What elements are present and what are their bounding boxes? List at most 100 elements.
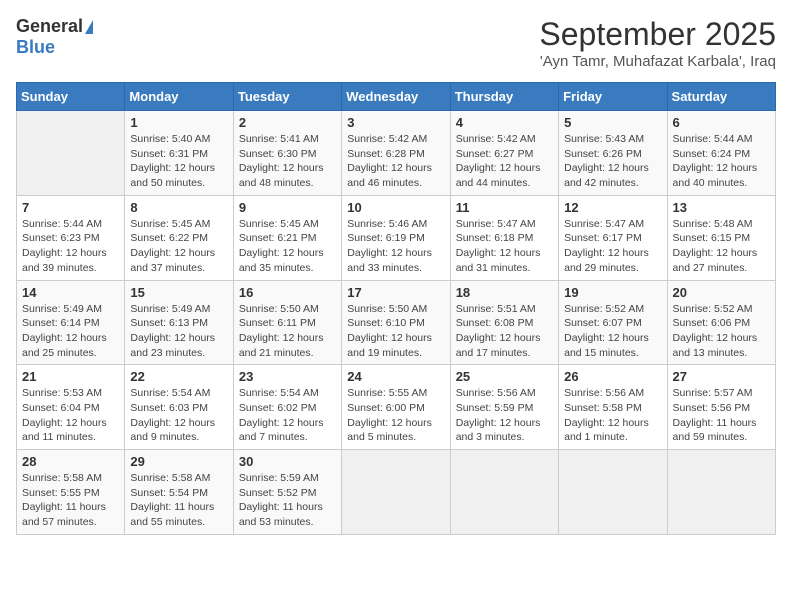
day-info: Sunrise: 5:55 AMSunset: 6:00 PMDaylight:… bbox=[347, 386, 444, 445]
day-info: Sunrise: 5:58 AMSunset: 5:54 PMDaylight:… bbox=[130, 471, 227, 530]
day-number: 17 bbox=[347, 285, 444, 300]
day-number: 24 bbox=[347, 369, 444, 384]
day-number: 28 bbox=[22, 454, 119, 469]
day-info: Sunrise: 5:53 AMSunset: 6:04 PMDaylight:… bbox=[22, 386, 119, 445]
day-info: Sunrise: 5:56 AMSunset: 5:58 PMDaylight:… bbox=[564, 386, 661, 445]
day-info: Sunrise: 5:57 AMSunset: 5:56 PMDaylight:… bbox=[673, 386, 770, 445]
weekday-header: Monday bbox=[125, 83, 233, 111]
calendar-day-cell: 20 Sunrise: 5:52 AMSunset: 6:06 PMDaylig… bbox=[667, 280, 775, 365]
logo-general-text: General bbox=[16, 16, 83, 37]
day-info: Sunrise: 5:52 AMSunset: 6:06 PMDaylight:… bbox=[673, 302, 770, 361]
logo: General Blue bbox=[16, 16, 93, 58]
calendar-day-cell: 25 Sunrise: 5:56 AMSunset: 5:59 PMDaylig… bbox=[450, 365, 558, 450]
weekday-header: Thursday bbox=[450, 83, 558, 111]
day-info: Sunrise: 5:46 AMSunset: 6:19 PMDaylight:… bbox=[347, 217, 444, 276]
day-number: 27 bbox=[673, 369, 770, 384]
day-number: 26 bbox=[564, 369, 661, 384]
day-info: Sunrise: 5:51 AMSunset: 6:08 PMDaylight:… bbox=[456, 302, 553, 361]
weekday-row: SundayMondayTuesdayWednesdayThursdayFrid… bbox=[17, 83, 776, 111]
calendar-day-cell: 23 Sunrise: 5:54 AMSunset: 6:02 PMDaylig… bbox=[233, 365, 341, 450]
calendar-day-cell: 11 Sunrise: 5:47 AMSunset: 6:18 PMDaylig… bbox=[450, 195, 558, 280]
day-info: Sunrise: 5:48 AMSunset: 6:15 PMDaylight:… bbox=[673, 217, 770, 276]
day-info: Sunrise: 5:52 AMSunset: 6:07 PMDaylight:… bbox=[564, 302, 661, 361]
day-number: 12 bbox=[564, 200, 661, 215]
day-info: Sunrise: 5:45 AMSunset: 6:22 PMDaylight:… bbox=[130, 217, 227, 276]
calendar-day-cell: 9 Sunrise: 5:45 AMSunset: 6:21 PMDayligh… bbox=[233, 195, 341, 280]
day-number: 22 bbox=[130, 369, 227, 384]
calendar-week-row: 1 Sunrise: 5:40 AMSunset: 6:31 PMDayligh… bbox=[17, 111, 776, 196]
page-location: 'Ayn Tamr, Muhafazat Karbala', Iraq bbox=[539, 53, 776, 70]
day-number: 6 bbox=[673, 115, 770, 130]
calendar-day-cell: 3 Sunrise: 5:42 AMSunset: 6:28 PMDayligh… bbox=[342, 111, 450, 196]
calendar-day-cell: 14 Sunrise: 5:49 AMSunset: 6:14 PMDaylig… bbox=[17, 280, 125, 365]
day-info: Sunrise: 5:45 AMSunset: 6:21 PMDaylight:… bbox=[239, 217, 336, 276]
calendar-day-cell bbox=[559, 450, 667, 535]
day-number: 21 bbox=[22, 369, 119, 384]
day-info: Sunrise: 5:47 AMSunset: 6:17 PMDaylight:… bbox=[564, 217, 661, 276]
day-info: Sunrise: 5:50 AMSunset: 6:10 PMDaylight:… bbox=[347, 302, 444, 361]
calendar-day-cell: 8 Sunrise: 5:45 AMSunset: 6:22 PMDayligh… bbox=[125, 195, 233, 280]
logo-triangle-icon bbox=[85, 20, 93, 34]
day-info: Sunrise: 5:47 AMSunset: 6:18 PMDaylight:… bbox=[456, 217, 553, 276]
calendar-day-cell: 7 Sunrise: 5:44 AMSunset: 6:23 PMDayligh… bbox=[17, 195, 125, 280]
calendar-body: 1 Sunrise: 5:40 AMSunset: 6:31 PMDayligh… bbox=[17, 111, 776, 535]
day-info: Sunrise: 5:58 AMSunset: 5:55 PMDaylight:… bbox=[22, 471, 119, 530]
calendar-day-cell: 17 Sunrise: 5:50 AMSunset: 6:10 PMDaylig… bbox=[342, 280, 450, 365]
logo-blue-text: Blue bbox=[16, 37, 55, 57]
day-info: Sunrise: 5:54 AMSunset: 6:02 PMDaylight:… bbox=[239, 386, 336, 445]
weekday-header: Saturday bbox=[667, 83, 775, 111]
calendar-day-cell: 2 Sunrise: 5:41 AMSunset: 6:30 PMDayligh… bbox=[233, 111, 341, 196]
day-info: Sunrise: 5:42 AMSunset: 6:28 PMDaylight:… bbox=[347, 132, 444, 191]
weekday-header: Wednesday bbox=[342, 83, 450, 111]
calendar-day-cell: 22 Sunrise: 5:54 AMSunset: 6:03 PMDaylig… bbox=[125, 365, 233, 450]
calendar-table: SundayMondayTuesdayWednesdayThursdayFrid… bbox=[16, 82, 776, 535]
calendar-day-cell bbox=[667, 450, 775, 535]
weekday-header: Tuesday bbox=[233, 83, 341, 111]
page-header: General Blue September 2025 'Ayn Tamr, M… bbox=[16, 16, 776, 70]
calendar-day-cell: 12 Sunrise: 5:47 AMSunset: 6:17 PMDaylig… bbox=[559, 195, 667, 280]
day-number: 10 bbox=[347, 200, 444, 215]
day-number: 16 bbox=[239, 285, 336, 300]
weekday-header: Friday bbox=[559, 83, 667, 111]
day-number: 18 bbox=[456, 285, 553, 300]
calendar-day-cell: 24 Sunrise: 5:55 AMSunset: 6:00 PMDaylig… bbox=[342, 365, 450, 450]
calendar-day-cell bbox=[342, 450, 450, 535]
day-number: 30 bbox=[239, 454, 336, 469]
calendar-day-cell: 5 Sunrise: 5:43 AMSunset: 6:26 PMDayligh… bbox=[559, 111, 667, 196]
day-number: 13 bbox=[673, 200, 770, 215]
day-number: 3 bbox=[347, 115, 444, 130]
calendar-day-cell bbox=[450, 450, 558, 535]
day-number: 20 bbox=[673, 285, 770, 300]
page-title: September 2025 bbox=[539, 16, 776, 53]
day-info: Sunrise: 5:41 AMSunset: 6:30 PMDaylight:… bbox=[239, 132, 336, 191]
day-info: Sunrise: 5:44 AMSunset: 6:24 PMDaylight:… bbox=[673, 132, 770, 191]
calendar-day-cell: 27 Sunrise: 5:57 AMSunset: 5:56 PMDaylig… bbox=[667, 365, 775, 450]
day-number: 15 bbox=[130, 285, 227, 300]
calendar-day-cell: 1 Sunrise: 5:40 AMSunset: 6:31 PMDayligh… bbox=[125, 111, 233, 196]
day-number: 9 bbox=[239, 200, 336, 215]
day-number: 11 bbox=[456, 200, 553, 215]
calendar-week-row: 28 Sunrise: 5:58 AMSunset: 5:55 PMDaylig… bbox=[17, 450, 776, 535]
calendar-week-row: 21 Sunrise: 5:53 AMSunset: 6:04 PMDaylig… bbox=[17, 365, 776, 450]
calendar-day-cell: 16 Sunrise: 5:50 AMSunset: 6:11 PMDaylig… bbox=[233, 280, 341, 365]
calendar-day-cell: 10 Sunrise: 5:46 AMSunset: 6:19 PMDaylig… bbox=[342, 195, 450, 280]
calendar-day-cell: 19 Sunrise: 5:52 AMSunset: 6:07 PMDaylig… bbox=[559, 280, 667, 365]
calendar-day-cell: 28 Sunrise: 5:58 AMSunset: 5:55 PMDaylig… bbox=[17, 450, 125, 535]
day-number: 8 bbox=[130, 200, 227, 215]
calendar-day-cell: 26 Sunrise: 5:56 AMSunset: 5:58 PMDaylig… bbox=[559, 365, 667, 450]
day-info: Sunrise: 5:42 AMSunset: 6:27 PMDaylight:… bbox=[456, 132, 553, 191]
day-info: Sunrise: 5:49 AMSunset: 6:13 PMDaylight:… bbox=[130, 302, 227, 361]
day-info: Sunrise: 5:56 AMSunset: 5:59 PMDaylight:… bbox=[456, 386, 553, 445]
calendar-header: SundayMondayTuesdayWednesdayThursdayFrid… bbox=[17, 83, 776, 111]
calendar-day-cell: 4 Sunrise: 5:42 AMSunset: 6:27 PMDayligh… bbox=[450, 111, 558, 196]
calendar-day-cell: 21 Sunrise: 5:53 AMSunset: 6:04 PMDaylig… bbox=[17, 365, 125, 450]
calendar-day-cell: 18 Sunrise: 5:51 AMSunset: 6:08 PMDaylig… bbox=[450, 280, 558, 365]
day-number: 29 bbox=[130, 454, 227, 469]
day-number: 23 bbox=[239, 369, 336, 384]
day-info: Sunrise: 5:59 AMSunset: 5:52 PMDaylight:… bbox=[239, 471, 336, 530]
day-number: 19 bbox=[564, 285, 661, 300]
calendar-day-cell: 13 Sunrise: 5:48 AMSunset: 6:15 PMDaylig… bbox=[667, 195, 775, 280]
day-info: Sunrise: 5:40 AMSunset: 6:31 PMDaylight:… bbox=[130, 132, 227, 191]
calendar-day-cell: 15 Sunrise: 5:49 AMSunset: 6:13 PMDaylig… bbox=[125, 280, 233, 365]
day-info: Sunrise: 5:50 AMSunset: 6:11 PMDaylight:… bbox=[239, 302, 336, 361]
